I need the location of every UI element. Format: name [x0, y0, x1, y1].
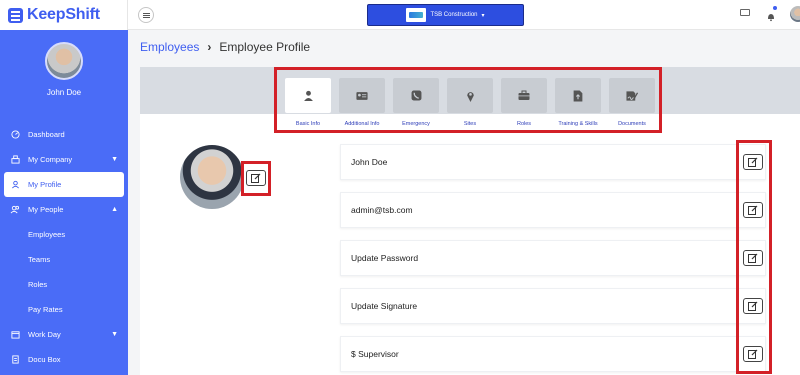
- chevron-up-icon: ▲: [111, 206, 118, 213]
- sidebar-item-my-profile[interactable]: My Profile: [4, 172, 124, 197]
- sidebar-item-label: Employees: [28, 230, 66, 239]
- field-signature-row: Update Signature: [340, 288, 766, 324]
- company-selector-button[interactable]: TSB Construction ▾: [367, 4, 524, 26]
- chevron-down-icon: ▼: [111, 156, 118, 163]
- menu-toggle-icon[interactable]: [138, 7, 154, 23]
- sidebar-item-label: Teams: [28, 255, 51, 264]
- sidebar-item-docu-box[interactable]: Docu Box: [0, 347, 128, 372]
- brand-name: KeepShift: [27, 6, 100, 23]
- sidebar-user-name: John Doe: [46, 88, 82, 97]
- field-role-row: $ Supervisor: [340, 336, 766, 372]
- chevron-right-icon: ›: [207, 40, 212, 54]
- sidebar-item-my-people[interactable]: My People ▲: [0, 197, 128, 222]
- field-password-row: Update Password: [340, 240, 766, 276]
- user-avatar[interactable]: [790, 6, 800, 22]
- sidebar-item-label: Pay Rates: [28, 305, 63, 314]
- sidebar-item-dashboard[interactable]: Dashboard: [0, 122, 128, 147]
- chevron-down-icon: ▾: [481, 12, 485, 19]
- photo-edit-button[interactable]: [246, 170, 266, 186]
- breadcrumb: Employees › Employee Profile: [140, 40, 310, 54]
- bell-icon[interactable]: [766, 9, 776, 22]
- workday-icon: [10, 330, 20, 340]
- sidebar-avatar[interactable]: [45, 42, 83, 80]
- dashboard-icon: [10, 130, 20, 140]
- field-name: John Doe: [351, 157, 388, 167]
- sidebar-item-label: My Company: [28, 155, 73, 164]
- sidebar-item-work-day[interactable]: Work Day ▼: [0, 322, 128, 347]
- company-name: TSB Construction: [430, 12, 478, 18]
- sidebar-nav: Dashboard My Company ▼ My Profile My Peo…: [0, 122, 128, 372]
- brand[interactable]: KeepShift: [0, 0, 128, 30]
- profile-card: Basic Info Additional Info Emergency Sit…: [140, 67, 800, 375]
- sidebar-item-pay-rates[interactable]: Pay Rates: [0, 297, 128, 322]
- field-email: admin@tsb.com: [351, 205, 413, 215]
- user-block: John Doe: [0, 30, 128, 97]
- sidebar-item-label: My People: [28, 205, 64, 214]
- field-name-row: John Doe: [340, 144, 766, 180]
- chevron-down-icon: ▼: [111, 331, 118, 338]
- field-signature: Update Signature: [351, 301, 418, 311]
- company-logo-icon: [406, 8, 427, 22]
- sidebar-item-label: Work Day: [28, 330, 61, 339]
- people-icon: [10, 205, 20, 215]
- monitor-icon[interactable]: [740, 9, 750, 16]
- profile-icon: [10, 180, 20, 190]
- profile-photo: [180, 145, 244, 209]
- docubox-icon: [10, 355, 20, 365]
- company-icon: [10, 155, 20, 165]
- sidebar-item-roles[interactable]: Roles: [0, 272, 128, 297]
- sidebar-item-teams[interactable]: Teams: [0, 247, 128, 272]
- page-title: Employee Profile: [219, 40, 311, 54]
- field-email-row: admin@tsb.com: [340, 192, 766, 228]
- sidebar-item-label: My Profile: [28, 180, 62, 189]
- sidebar: KeepShift John Doe Dashboard My Company …: [0, 0, 128, 375]
- topbar: TSB Construction ▾: [128, 0, 800, 30]
- field-password: Update Password: [351, 253, 419, 263]
- sidebar-item-label: Docu Box: [28, 355, 61, 364]
- tabs-highlight-box: [274, 67, 662, 133]
- sidebar-item-employees[interactable]: Employees: [0, 222, 128, 247]
- sidebar-item-label: Roles: [28, 280, 48, 289]
- field-role: $ Supervisor: [351, 349, 399, 359]
- sidebar-item-label: Dashboard: [28, 130, 65, 139]
- keepshift-logo-icon: [8, 7, 23, 23]
- sidebar-item-my-company[interactable]: My Company ▼: [0, 147, 128, 172]
- edit-buttons-highlight-box: [736, 140, 772, 374]
- notification-dot: [773, 6, 777, 10]
- breadcrumb-employees-link[interactable]: Employees: [140, 40, 199, 54]
- edit-icon: [251, 173, 261, 183]
